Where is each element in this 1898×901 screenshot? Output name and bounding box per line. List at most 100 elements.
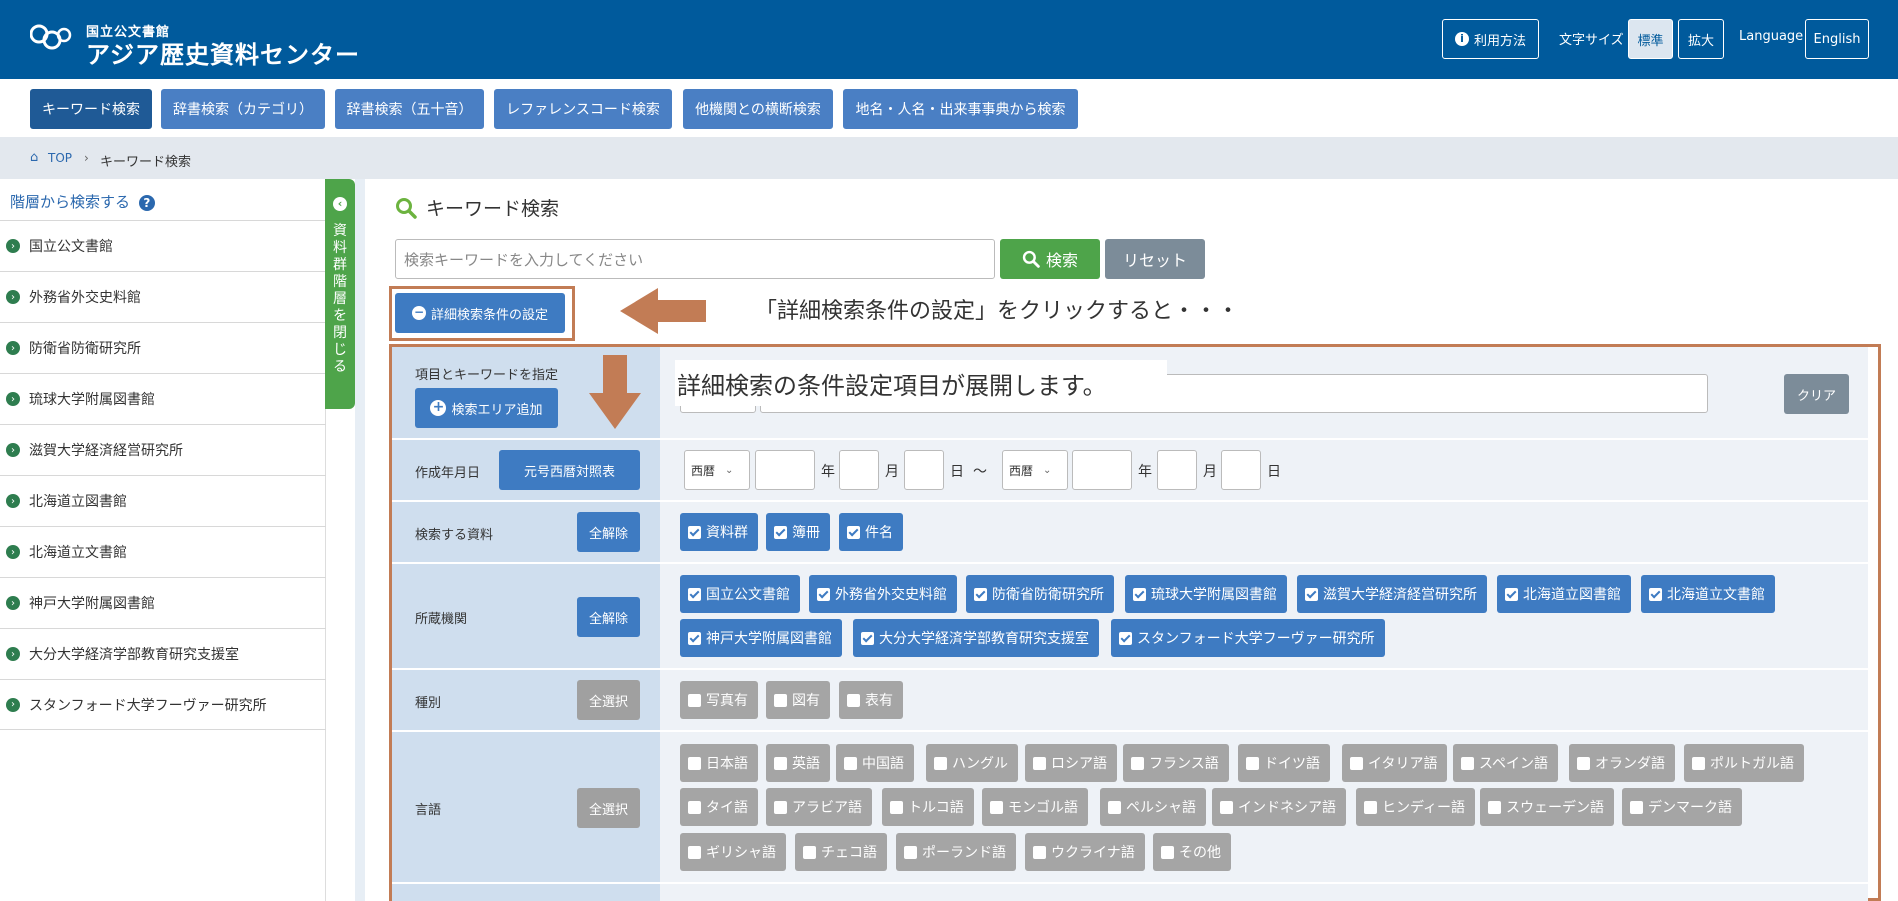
holder-checkbox[interactable]: スタンフォード大学フーヴァー研究所	[1111, 619, 1385, 657]
language-option-label: イタリア語	[1368, 756, 1438, 772]
year-to-input[interactable]	[1072, 450, 1132, 490]
holder-checkbox[interactable]: 国立公文書館	[680, 575, 800, 613]
tab-dictionary-kana[interactable]: 辞書検索（五十音）	[335, 89, 484, 129]
collapse-hierarchy-tab[interactable]: ‹ 資料群階層を閉じる	[325, 179, 355, 409]
breadcrumb-top-link[interactable]: TOP	[48, 151, 72, 165]
month-unit: 月	[885, 464, 899, 480]
era-from-select[interactable]: 西暦 ⌄	[684, 450, 750, 490]
language-checkbox[interactable]: ハングル	[926, 744, 1018, 782]
language-checkbox[interactable]: ペルシャ語	[1100, 788, 1206, 826]
language-checkbox[interactable]: イタリア語	[1342, 744, 1448, 782]
day-to-input[interactable]	[1221, 450, 1261, 490]
help-icon[interactable]: ?	[138, 195, 155, 211]
type-option-label: 表有	[865, 693, 893, 709]
type-checkbox[interactable]: 図有	[766, 681, 830, 719]
sidebar-item-hokkaido-archives[interactable]: › 北海道立文書館	[0, 526, 326, 577]
language-select-all-button[interactable]: 全選択	[577, 788, 640, 828]
checkbox-unchecked-icon	[904, 845, 917, 859]
language-checkbox[interactable]: ギリシャ語	[680, 833, 786, 871]
year-from-input[interactable]	[755, 450, 815, 490]
language-checkbox[interactable]: チェコ語	[795, 833, 887, 871]
language-checkbox[interactable]: 中国語	[836, 744, 914, 782]
sidebar-item-shiga-institute[interactable]: › 滋賀大学経済経営研究所	[0, 424, 326, 475]
month-to-input[interactable]	[1157, 450, 1197, 490]
holder-checkbox[interactable]: 神戸大学附属図書館	[680, 619, 842, 657]
language-checkbox[interactable]: モンゴル語	[982, 788, 1088, 826]
language-checkbox[interactable]: スウェーデン語	[1480, 788, 1614, 826]
search-input[interactable]: 検索キーワードを入力してください	[395, 239, 995, 279]
usage-button[interactable]: i 利用方法	[1442, 19, 1539, 59]
language-checkbox[interactable]: ヒンディー語	[1356, 788, 1476, 826]
add-search-area-button[interactable]: + 検索エリア追加	[415, 388, 558, 428]
sidebar: 階層から検索する ? › 国立公文書館 › 外務省外交史料館 › 防衛省防衛研究所 ›…	[0, 179, 326, 901]
sidebar-item-hokkaido-library[interactable]: › 北海道立図書館	[0, 475, 326, 526]
day-unit: 日	[1267, 464, 1281, 480]
month-from-input[interactable]	[839, 450, 879, 490]
language-checkbox[interactable]: ロシア語	[1025, 744, 1117, 782]
material-clear-all-button[interactable]: 全解除	[577, 512, 640, 552]
checkbox-unchecked-icon	[890, 800, 903, 814]
language-option-label: 英語	[792, 756, 820, 772]
sidebar-item-ryukyu-library[interactable]: › 琉球大学附属図書館	[0, 373, 326, 424]
reset-button[interactable]: リセット	[1105, 239, 1205, 279]
holder-checkbox[interactable]: 北海道立図書館	[1497, 575, 1631, 613]
language-checkbox[interactable]: トルコ語	[882, 788, 974, 826]
font-large-button[interactable]: 拡大	[1678, 19, 1724, 59]
type-select-all-button[interactable]: 全選択	[577, 680, 640, 720]
day-from-input[interactable]	[904, 450, 944, 490]
search-button[interactable]: 検索	[1000, 239, 1100, 279]
language-checkbox[interactable]: インドネシア語	[1212, 788, 1346, 826]
holder-checkbox[interactable]: 琉球大学附属図書館	[1125, 575, 1287, 613]
language-checkbox[interactable]: ポルトガル語	[1684, 744, 1804, 782]
detail-settings-button[interactable]: − 詳細検索条件の設定	[395, 293, 565, 333]
language-checkbox[interactable]: デンマーク語	[1622, 788, 1742, 826]
language-option-label: アラビア語	[792, 800, 862, 816]
site-logo[interactable]: 国立公文書館 アジア歴史資料センター	[30, 18, 359, 69]
tab-reference-code[interactable]: レファレンスコード検索	[494, 89, 672, 129]
sidebar-item-diplomatic-archives[interactable]: › 外務省外交史料館	[0, 271, 326, 322]
language-checkbox[interactable]: ドイツ語	[1238, 744, 1330, 782]
language-checkbox[interactable]: ウクライナ語	[1025, 833, 1145, 871]
language-checkbox[interactable]: 日本語	[680, 744, 758, 782]
language-select[interactable]: English	[1805, 19, 1869, 59]
type-checkbox[interactable]: 写真有	[680, 681, 758, 719]
tab-cross-search[interactable]: 他機関との横断検索	[683, 89, 833, 129]
tab-dictionary-category[interactable]: 辞書検索（カテゴリ）	[161, 89, 325, 129]
language-option-label: ヒンディー語	[1382, 800, 1466, 816]
holder-checkbox[interactable]: 外務省外交史料館	[809, 575, 957, 613]
holder-clear-all-button[interactable]: 全解除	[577, 597, 640, 637]
language-checkbox[interactable]: アラビア語	[766, 788, 872, 826]
tab-encyclopedia-search[interactable]: 地名・人名・出来事事典から検索	[843, 89, 1078, 129]
era-to-select[interactable]: 西暦 ⌄	[1002, 450, 1068, 490]
chevron-right-icon: ›	[6, 290, 20, 304]
language-checkbox[interactable]: タイ語	[680, 788, 758, 826]
language-checkbox[interactable]: 英語	[766, 744, 830, 782]
material-checkbox[interactable]: 資料群	[680, 513, 758, 551]
sidebar-item-oita-office[interactable]: › 大分大学経済学部教育研究支援室	[0, 628, 326, 679]
holder-checkbox[interactable]: 防衛省防衛研究所	[966, 575, 1114, 613]
language-checkbox[interactable]: オランダ語	[1569, 744, 1675, 782]
checkbox-unchecked-icon	[847, 693, 860, 707]
language-checkbox[interactable]: フランス語	[1123, 744, 1229, 782]
type-checkbox[interactable]: 表有	[839, 681, 903, 719]
holder-checkbox[interactable]: 北海道立文書館	[1641, 575, 1775, 613]
chevron-right-icon: ›	[6, 443, 20, 457]
chevron-right-icon: ›	[6, 596, 20, 610]
era-table-button[interactable]: 元号西暦対照表	[499, 450, 640, 490]
language-checkbox[interactable]: その他	[1153, 833, 1231, 871]
holder-option-label: 琉球大学附属図書館	[1151, 587, 1277, 603]
language-checkbox[interactable]: スペイン語	[1453, 744, 1559, 782]
holder-checkbox[interactable]: 滋賀大学経済経営研究所	[1297, 575, 1487, 613]
holder-checkbox[interactable]: 大分大学経済学部教育研究支援室	[853, 619, 1099, 657]
tab-keyword-search[interactable]: キーワード検索	[30, 89, 152, 129]
material-checkbox[interactable]: 簿冊	[766, 513, 830, 551]
sidebar-item-label: 滋賀大学経済経営研究所	[29, 443, 183, 459]
sidebar-item-national-archives[interactable]: › 国立公文書館	[0, 220, 326, 271]
language-row-label: 言語	[415, 803, 442, 818]
language-checkbox[interactable]: ポーランド語	[896, 833, 1016, 871]
material-checkbox[interactable]: 件名	[839, 513, 903, 551]
sidebar-item-defense-institute[interactable]: › 防衛省防衛研究所	[0, 322, 326, 373]
sidebar-item-stanford-hoover[interactable]: › スタンフォード大学フーヴァー研究所	[0, 679, 326, 730]
sidebar-item-kobe-library[interactable]: › 神戸大学附属図書館	[0, 577, 326, 628]
font-standard-button[interactable]: 標準	[1628, 19, 1673, 59]
